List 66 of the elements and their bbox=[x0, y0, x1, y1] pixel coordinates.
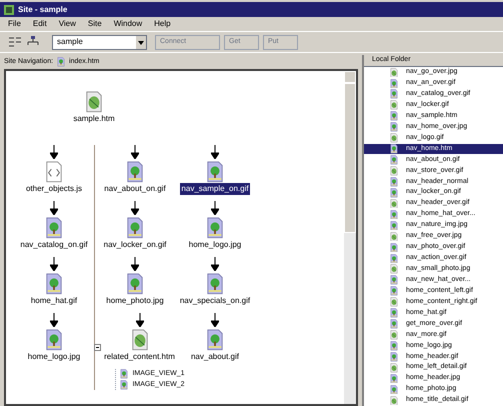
menu-item[interactable]: View bbox=[58, 18, 76, 30]
page-file-icon bbox=[390, 133, 398, 143]
image-file-icon bbox=[206, 217, 224, 239]
script-file-icon bbox=[45, 161, 63, 183]
image-file-icon bbox=[57, 57, 66, 67]
image-file-icon bbox=[206, 329, 224, 351]
scrollbar[interactable] bbox=[344, 71, 356, 404]
site-dropdown[interactable]: sample bbox=[52, 34, 147, 50]
site-map-icon[interactable] bbox=[26, 36, 40, 48]
arrow-icon bbox=[210, 313, 219, 327]
menu-item[interactable]: Site bbox=[88, 18, 102, 30]
image-file-icon bbox=[44, 217, 63, 239]
page-file-icon bbox=[390, 166, 398, 176]
site-files-icon[interactable] bbox=[8, 36, 22, 48]
image-file-icon bbox=[206, 161, 224, 183]
menu-item[interactable]: Window bbox=[114, 18, 142, 30]
page-file-icon bbox=[390, 100, 398, 110]
arrow-icon bbox=[131, 201, 139, 215]
image-file-icon bbox=[120, 380, 128, 390]
image-file-icon bbox=[44, 273, 63, 295]
arrow-icon bbox=[50, 257, 58, 271]
image-file-icon bbox=[120, 369, 128, 380]
image-file-icon bbox=[44, 329, 63, 351]
arrow-icon bbox=[211, 145, 219, 159]
arrow-icon bbox=[130, 145, 139, 159]
page-file-icon bbox=[390, 297, 398, 307]
file-label[interactable]: home_photo.jpg bbox=[105, 294, 165, 307]
image-file-icon bbox=[126, 161, 144, 183]
arrow-icon bbox=[130, 257, 139, 271]
menu-item[interactable]: Help bbox=[154, 18, 171, 30]
arrow-icon bbox=[136, 313, 144, 327]
arrow-icon bbox=[210, 201, 219, 215]
file-label[interactable]: nav_catalog_on.gif bbox=[19, 238, 89, 251]
page-file-icon bbox=[390, 264, 398, 274]
page-file-icon bbox=[84, 91, 103, 113]
page-file-icon bbox=[390, 198, 398, 208]
file-label[interactable]: other_objects.js bbox=[24, 182, 84, 195]
caret-icon bbox=[136, 36, 146, 48]
page-file-icon bbox=[390, 396, 398, 406]
file-label[interactable]: home_logo.jpg bbox=[26, 350, 82, 363]
file-label[interactable]: related_content.htm bbox=[103, 350, 176, 363]
file-label[interactable]: nav_specials_on.gif bbox=[178, 294, 252, 307]
image-file-icon bbox=[126, 217, 144, 239]
image-file-icon bbox=[206, 273, 224, 295]
file-label[interactable]: home_hat.gif bbox=[30, 294, 78, 307]
page-file-icon bbox=[390, 232, 398, 242]
file-label[interactable]: nav_sample_on.gif bbox=[180, 182, 250, 195]
file-label[interactable]: nav_about_on.gif bbox=[103, 182, 167, 195]
page-file-icon bbox=[130, 329, 148, 351]
file-label[interactable]: nav_about.gif bbox=[190, 350, 240, 363]
window-title: Site - sample bbox=[18, 4, 68, 16]
arrow-icon bbox=[50, 145, 58, 159]
image-file-icon bbox=[126, 273, 144, 295]
app-icon bbox=[4, 4, 14, 14]
file-label[interactable]: home_logo.jpg bbox=[188, 238, 242, 251]
page-file-icon bbox=[390, 68, 398, 78]
collapse-icon[interactable] bbox=[94, 344, 102, 350]
arrow-icon bbox=[211, 257, 219, 271]
file-label[interactable]: sample.htm bbox=[72, 112, 116, 125]
arrow-icon bbox=[50, 201, 58, 215]
file-label[interactable]: nav_locker_on.gif bbox=[102, 238, 168, 251]
arrow-icon bbox=[50, 313, 58, 327]
menu-item[interactable]: File bbox=[8, 18, 21, 30]
page-file-icon bbox=[390, 362, 398, 373]
menu-item[interactable]: Edit bbox=[32, 18, 47, 30]
page-file-icon bbox=[390, 330, 398, 340]
